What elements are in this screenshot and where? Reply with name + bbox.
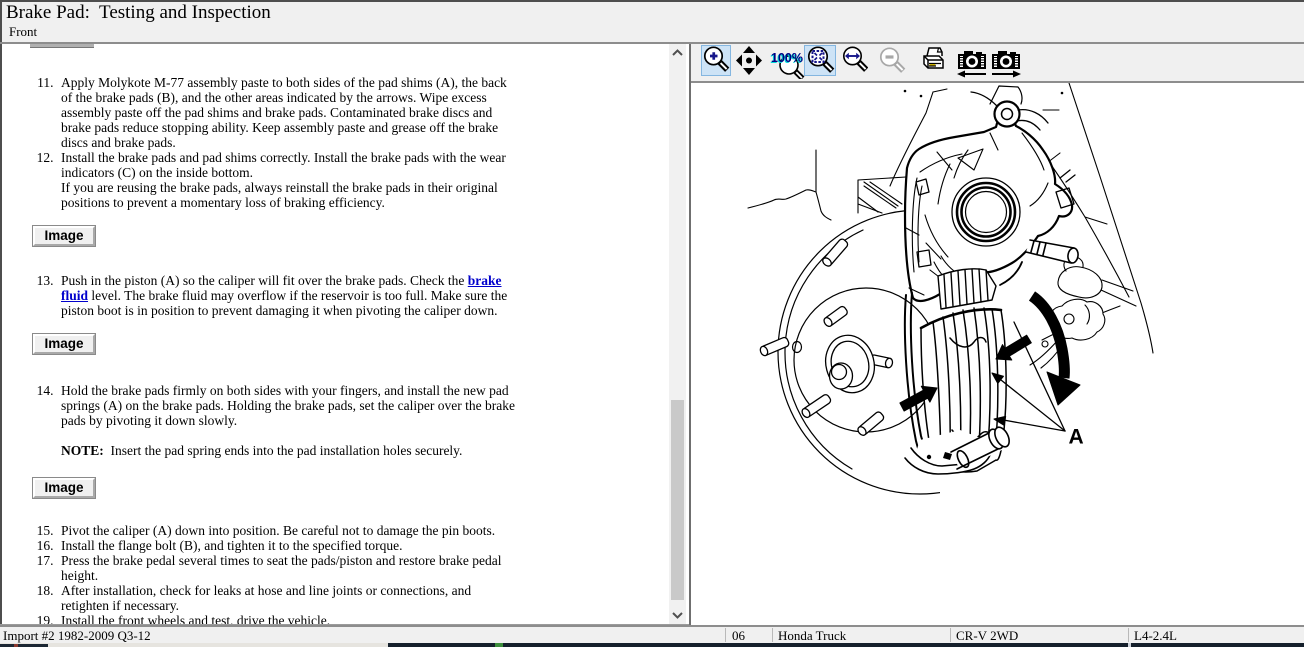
svg-text:100%: 100% [771,51,803,65]
svg-text:A: A [1069,426,1084,449]
